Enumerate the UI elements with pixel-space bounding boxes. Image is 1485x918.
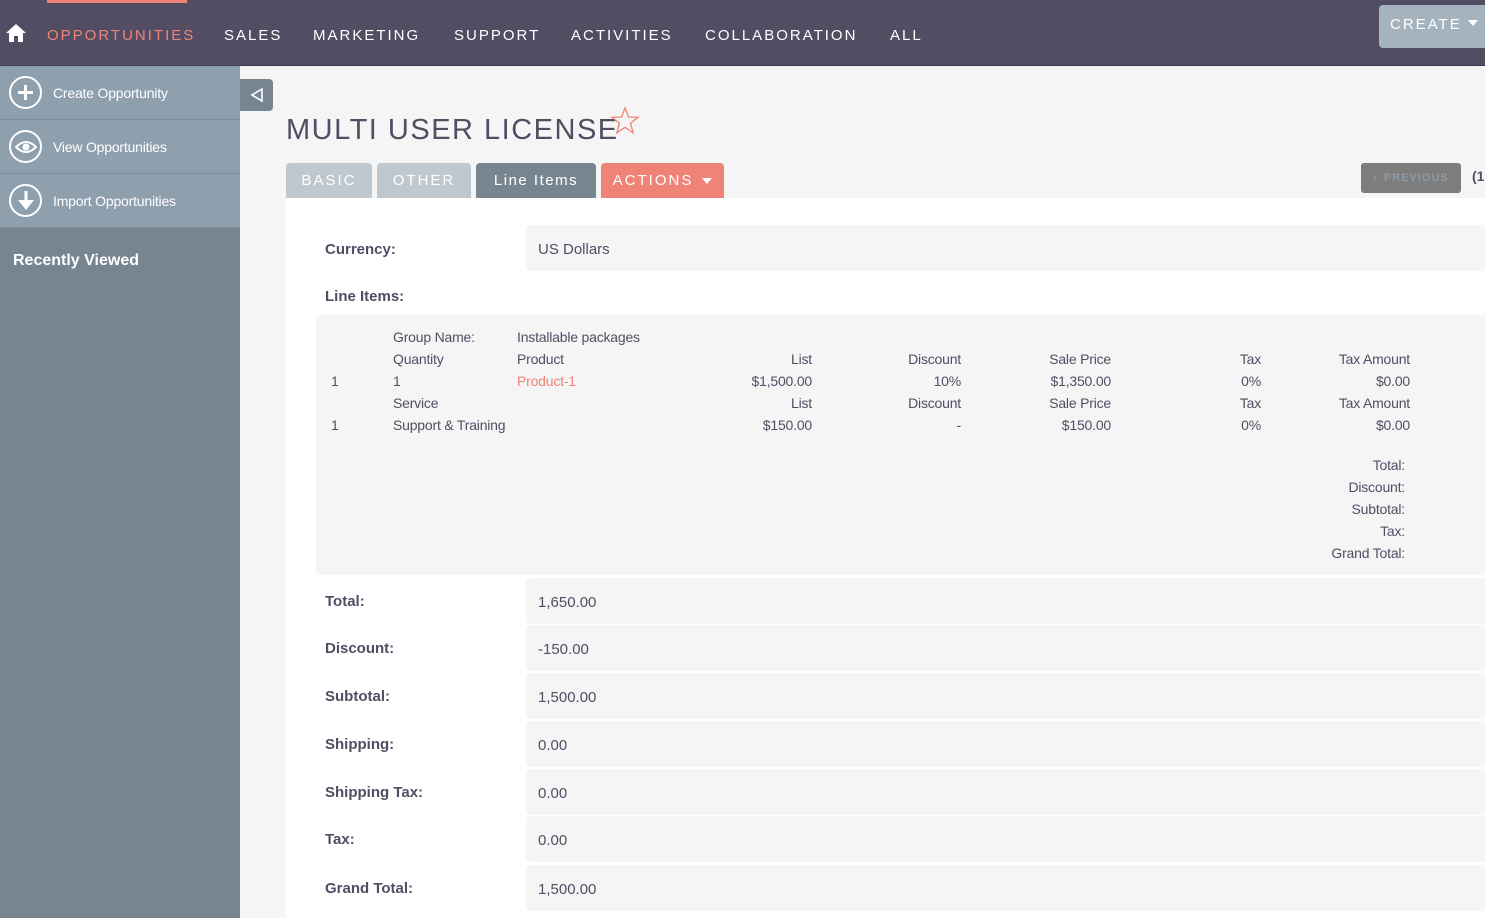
- service-header-tax-amount: Tax Amount: [1338, 395, 1410, 411]
- group-tax-label: Tax:: [1380, 523, 1405, 539]
- product-row-tax: 0%: [1241, 373, 1261, 389]
- header-sale-price: Sale Price: [1049, 351, 1111, 367]
- service-row-index: 1: [331, 417, 339, 433]
- group-subtotal-label: Subtotal:: [1351, 501, 1406, 517]
- service-header-discount: Discount: [908, 395, 961, 411]
- triangle-left-icon: [249, 88, 263, 102]
- line-items-group: Group Name: Installable packages Quantit…: [316, 315, 1485, 575]
- tab-basic[interactable]: BASIC: [286, 163, 372, 198]
- product-row-quantity: 1: [393, 373, 401, 389]
- previous-button[interactable]: ‹ PREVIOUS: [1361, 163, 1461, 193]
- product-row-sale-price: $1,350.00: [1050, 373, 1112, 389]
- subtotal-value: 1,500.00: [526, 673, 1485, 719]
- active-tab-indicator: [47, 0, 187, 3]
- create-button[interactable]: CREATE: [1379, 5, 1485, 48]
- nav-sales[interactable]: SALES: [224, 27, 282, 44]
- total-value: 1,650.00: [526, 578, 1485, 624]
- total-label: Total:: [325, 593, 365, 610]
- actions-label: ACTIONS: [612, 172, 694, 189]
- header-quantity: Quantity: [393, 351, 444, 367]
- product-row-list: $1,500.00: [751, 373, 813, 389]
- group-name-label: Group Name:: [393, 329, 475, 345]
- service-row-sale-price: $150.00: [1061, 417, 1111, 433]
- currency-value: US Dollars: [526, 225, 1485, 271]
- product-row-index: 1: [331, 373, 339, 389]
- discount-value: -150.00: [526, 625, 1485, 671]
- shipping-tax-value: 0.00: [526, 769, 1485, 815]
- sidebar: Create Opportunity View Opportunities Im…: [0, 66, 240, 918]
- header-tax: Tax: [1239, 351, 1261, 367]
- sidebar-action-label: Import Opportunities: [53, 192, 176, 209]
- service-row-tax: 0%: [1241, 417, 1261, 433]
- group-name-value: Installable packages: [517, 329, 640, 345]
- sidebar-view-opportunities[interactable]: View Opportunities: [0, 120, 240, 174]
- nav-collaboration[interactable]: COLLABORATION: [705, 27, 857, 44]
- header-product: Product: [517, 351, 564, 367]
- nav-activities[interactable]: ACTIVITIES: [571, 27, 673, 44]
- eye-icon: [9, 130, 42, 163]
- group-discount-label: Discount:: [1348, 479, 1405, 495]
- pagination-indicator: (1: [1472, 168, 1485, 184]
- collapse-sidebar-button[interactable]: [240, 79, 273, 111]
- nav-opportunities[interactable]: OPPORTUNITIES: [47, 27, 195, 44]
- nav-all[interactable]: ALL: [890, 27, 923, 44]
- service-header-sale-price: Sale Price: [1049, 395, 1111, 411]
- recently-viewed-heading: Recently Viewed: [13, 252, 139, 269]
- create-button-label: CREATE: [1390, 16, 1462, 33]
- plus-circle-icon: [9, 76, 42, 109]
- sidebar-action-label: Create Opportunity: [53, 84, 168, 101]
- service-row-name: Support & Training: [393, 417, 506, 433]
- product-row-tax-amount: $0.00: [1375, 373, 1410, 389]
- shipping-value: 0.00: [526, 721, 1485, 767]
- service-header-tax: Tax: [1239, 395, 1261, 411]
- subtotal-label: Subtotal:: [325, 688, 390, 705]
- header-service: Service: [393, 395, 439, 411]
- discount-label: Discount:: [325, 640, 395, 657]
- caret-down-icon: [1467, 20, 1478, 26]
- detail-panel: Currency: US Dollars Line Items: Group N…: [286, 198, 1485, 918]
- chevron-left-icon: ‹: [1373, 172, 1378, 184]
- sidebar-import-opportunities[interactable]: Import Opportunities: [0, 174, 240, 228]
- shipping-tax-label: Shipping Tax:: [325, 784, 424, 801]
- tab-line-items[interactable]: Line Items: [476, 163, 596, 198]
- actions-dropdown-button[interactable]: ACTIONS: [601, 163, 724, 198]
- download-arrow-icon: [9, 184, 42, 217]
- header-tax-amount: Tax Amount: [1338, 351, 1410, 367]
- service-header-list: List: [791, 395, 812, 411]
- tax-label: Tax:: [325, 831, 355, 848]
- header-discount: Discount: [908, 351, 961, 367]
- home-icon[interactable]: [5, 22, 27, 44]
- service-row-list: $150.00: [762, 417, 812, 433]
- grand-total-value: 1,500.00: [526, 865, 1485, 911]
- sidebar-action-label: View Opportunities: [53, 138, 167, 155]
- product-row-discount: 10%: [933, 373, 962, 389]
- group-grand-total-label: Grand Total:: [1331, 545, 1405, 561]
- caret-down-icon: [702, 177, 713, 184]
- page-title: MULTI USER LICENSE: [286, 114, 619, 146]
- currency-label: Currency:: [325, 241, 396, 258]
- nav-support[interactable]: SUPPORT: [454, 27, 540, 44]
- header-list: List: [791, 351, 812, 367]
- service-row-discount: -: [956, 417, 962, 433]
- shipping-label: Shipping:: [325, 736, 395, 753]
- group-total-label: Total:: [1372, 457, 1405, 473]
- sidebar-create-opportunity[interactable]: Create Opportunity: [0, 66, 240, 120]
- nav-marketing[interactable]: MARKETING: [313, 27, 420, 44]
- tab-other[interactable]: OTHER: [377, 163, 471, 198]
- favorite-star-icon[interactable]: [610, 106, 640, 136]
- grand-total-label: Grand Total:: [325, 880, 414, 897]
- previous-label: PREVIOUS: [1383, 172, 1449, 184]
- product-link[interactable]: Product-1: [517, 373, 576, 389]
- tax-value: 0.00: [526, 816, 1485, 862]
- service-row-tax-amount: $0.00: [1375, 417, 1410, 433]
- line-items-label: Line Items:: [325, 288, 405, 305]
- top-navigation: OPPORTUNITIES SALES MARKETING SUPPORT AC…: [0, 0, 1485, 66]
